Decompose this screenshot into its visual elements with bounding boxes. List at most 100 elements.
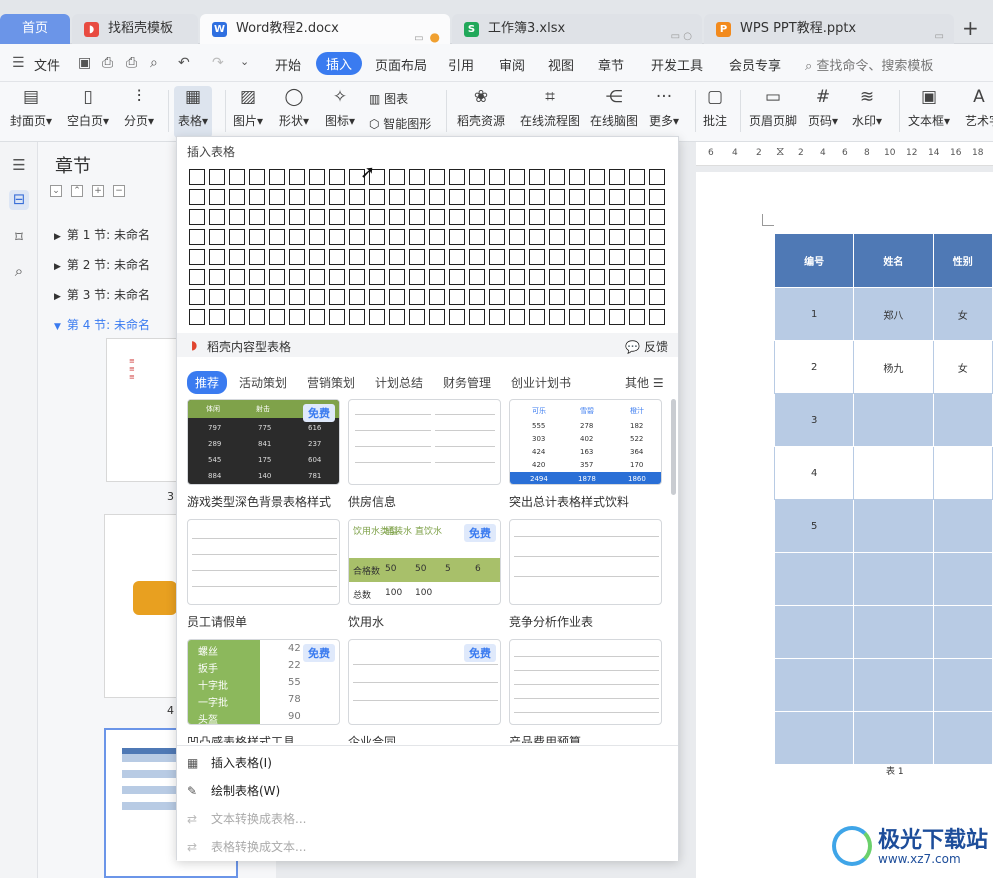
table-grid-cell[interactable] — [189, 249, 205, 265]
template-name[interactable]: 竞争分析作业表 — [509, 613, 593, 630]
table-grid-cell[interactable] — [449, 249, 465, 265]
table-grid-cell[interactable] — [649, 269, 665, 285]
table-grid-cell[interactable] — [469, 209, 485, 225]
category-tab[interactable]: 财务管理 — [443, 374, 491, 391]
table-grid-cell[interactable] — [349, 209, 365, 225]
table-grid-cell[interactable] — [209, 309, 225, 325]
table-grid-cell[interactable] — [369, 289, 385, 305]
table-grid-cell[interactable] — [429, 269, 445, 285]
table-grid-cell[interactable] — [289, 309, 305, 325]
table-grid-cell[interactable] — [189, 209, 205, 225]
table-grid-cell[interactable] — [649, 229, 665, 245]
table-grid-cell[interactable] — [289, 209, 305, 225]
table-grid-cell[interactable] — [409, 289, 425, 305]
table-grid-cell[interactable] — [289, 229, 305, 245]
table-grid-cell[interactable] — [269, 189, 285, 205]
table-grid-cell[interactable] — [269, 269, 285, 285]
insert-table-item[interactable]: ▦ 插入表格(I) — [187, 754, 272, 771]
table-grid-cell[interactable] — [369, 189, 385, 205]
search-icon[interactable]: ⌕ — [9, 262, 29, 282]
table-grid-cell[interactable] — [269, 249, 285, 265]
table-grid-cell[interactable] — [429, 229, 445, 245]
table-grid-cell[interactable] — [489, 309, 505, 325]
table-cell[interactable] — [932, 393, 993, 447]
export-pdf-icon[interactable]: ⎙ — [102, 55, 113, 71]
text-to-table-item[interactable]: ⇄ 文本转换成表格... — [187, 810, 306, 827]
watermark-button[interactable]: ≋ 水印▾ — [852, 86, 882, 129]
table-grid-cell[interactable] — [549, 189, 565, 205]
file-menu[interactable]: 文件 — [34, 55, 60, 74]
table-grid-cell[interactable] — [269, 169, 285, 185]
menu-layout[interactable]: 页面布局 — [375, 55, 427, 74]
table-grid-cell[interactable] — [549, 309, 565, 325]
table-grid-cell[interactable] — [589, 269, 605, 285]
template-card[interactable]: 免费 — [348, 639, 501, 725]
table-grid-cell[interactable] — [569, 229, 585, 245]
nav-section-3[interactable]: ▶ 第 3 节: 未命名 — [54, 286, 150, 303]
template-name[interactable]: 饮用水 — [348, 613, 384, 630]
table-grid-cell[interactable] — [329, 189, 345, 205]
table-grid-cell[interactable] — [529, 209, 545, 225]
draw-table-item[interactable]: ✎ 绘制表格(W) — [187, 782, 280, 799]
scrollbar-thumb[interactable] — [671, 399, 676, 495]
table-header[interactable]: 编号 — [773, 233, 855, 288]
table-cell[interactable] — [932, 552, 993, 606]
table-grid-cell[interactable] — [309, 269, 325, 285]
template-card[interactable] — [509, 639, 662, 725]
table-grid-cell[interactable] — [609, 249, 625, 265]
table-cell[interactable] — [853, 605, 934, 659]
table-grid-cell[interactable] — [589, 229, 605, 245]
table-grid-cell[interactable] — [369, 229, 385, 245]
template-name[interactable]: 供房信息 — [348, 493, 396, 510]
table-cell[interactable] — [932, 658, 993, 712]
table-grid-cell[interactable] — [349, 249, 365, 265]
table-grid-cell[interactable] — [529, 189, 545, 205]
table-grid-cell[interactable] — [509, 229, 525, 245]
template-card[interactable] — [348, 399, 501, 485]
table-grid-cell[interactable] — [229, 229, 245, 245]
table-grid-cell[interactable] — [589, 189, 605, 205]
table-grid-cell[interactable] — [409, 249, 425, 265]
table-grid-cell[interactable] — [569, 309, 585, 325]
table-grid-cell[interactable] — [449, 309, 465, 325]
table-cell[interactable] — [853, 393, 934, 447]
blank-page-button[interactable]: ▯ 空白页▾ — [67, 86, 109, 129]
header-footer-button[interactable]: ▭ 页眉页脚 — [749, 86, 797, 129]
tab-word-doc[interactable]: W Word教程2.docx ▭ ● — [200, 14, 450, 44]
table-grid-cell[interactable] — [409, 169, 425, 185]
table-grid-cell[interactable] — [529, 309, 545, 325]
menu-icon[interactable]: ☰ — [12, 55, 25, 71]
table-grid-cell[interactable] — [469, 169, 485, 185]
table-grid-cell[interactable] — [549, 229, 565, 245]
table-grid-cell[interactable] — [609, 189, 625, 205]
template-name[interactable]: 企业合同 — [348, 733, 396, 743]
category-tab[interactable]: 营销策划 — [307, 374, 355, 391]
menu-references[interactable]: 引用 — [448, 55, 474, 74]
table-grid-cell[interactable] — [349, 289, 365, 305]
table-grid-cell[interactable] — [449, 289, 465, 305]
table-grid-cell[interactable] — [569, 289, 585, 305]
table-grid-cell[interactable] — [349, 269, 365, 285]
table-grid-cell[interactable] — [229, 289, 245, 305]
table-cell[interactable] — [932, 499, 993, 553]
table-grid-cell[interactable] — [389, 269, 405, 285]
template-name[interactable]: 员工请假单 — [187, 613, 247, 630]
table-grid-cell[interactable] — [409, 209, 425, 225]
table-grid-cell[interactable] — [189, 229, 205, 245]
textbox-button[interactable]: ▣ 文本框▾ — [908, 86, 950, 129]
table-grid-cell[interactable] — [469, 309, 485, 325]
table-grid-cell[interactable] — [229, 209, 245, 225]
table-grid-cell[interactable] — [209, 169, 225, 185]
menu-developer[interactable]: 开发工具 — [651, 55, 703, 74]
table-grid-cell[interactable] — [629, 289, 645, 305]
table-grid-cell[interactable] — [469, 289, 485, 305]
table-grid-cell[interactable] — [609, 309, 625, 325]
table-grid-cell[interactable] — [609, 229, 625, 245]
print-preview-icon[interactable]: ⌕ — [150, 55, 158, 71]
menu-chapter[interactable]: 章节 — [598, 55, 624, 74]
table-grid-cell[interactable] — [249, 209, 265, 225]
nav-section-4[interactable]: ▼ 第 4 节: 未命名 — [54, 316, 150, 333]
table-grid-cell[interactable] — [309, 169, 325, 185]
table-grid-cell[interactable] — [209, 209, 225, 225]
template-card[interactable]: 饮用水类型 桶装水 直饮水 合格数 50 50 5 6 总数 100 100 免… — [348, 519, 501, 605]
